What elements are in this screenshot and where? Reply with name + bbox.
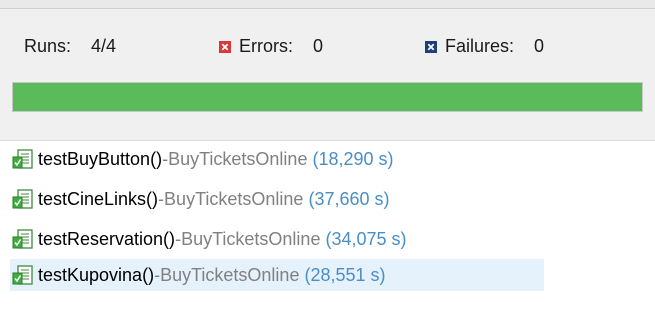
test-class: BuyTicketsOnline: [160, 264, 300, 285]
failures-label: Failures:: [445, 36, 515, 56]
test-class: BuyTicketsOnline: [168, 148, 308, 169]
test-passed-icon: [12, 264, 34, 286]
test-duration: (34,075 s): [325, 228, 407, 249]
failure-icon: [425, 40, 437, 53]
failures-value: 0: [534, 36, 545, 56]
test-progress-bar: [12, 82, 643, 112]
errors-label: Errors:: [239, 36, 293, 56]
test-summary: Runs: 4/4 Errors: 0 Failures: 0: [0, 0, 655, 141]
test-row[interactable]: testBuyButton() - BuyTicketsOnline (18,2…: [10, 143, 394, 175]
test-passed-icon: [12, 188, 34, 210]
test-class: BuyTicketsOnline: [164, 188, 304, 209]
test-duration: (18,290 s): [312, 148, 394, 169]
test-stats: Runs: 4/4 Errors: 0 Failures: 0: [18, 36, 638, 58]
errors-value: 0: [313, 36, 324, 56]
test-row[interactable]: testCineLinks() - BuyTicketsOnline (37,6…: [10, 183, 390, 215]
test-name: testCineLinks(): [38, 188, 159, 209]
runs-label: Runs:: [24, 36, 72, 56]
test-row[interactable]: testReservation() - BuyTicketsOnline (34…: [10, 223, 407, 255]
test-class: BuyTicketsOnline: [181, 228, 321, 249]
progress-fill: [13, 83, 642, 111]
test-tree[interactable]: testBuyButton() - BuyTicketsOnline (18,2…: [0, 141, 655, 323]
test-passed-icon: [12, 148, 34, 170]
test-duration: (28,551 s): [304, 264, 386, 285]
runs-stat: Runs: 4/4: [24, 36, 116, 57]
test-name: testReservation(): [38, 228, 176, 249]
errors-stat: Errors: 0: [219, 36, 323, 57]
test-name: testKupovina(): [38, 264, 155, 285]
test-duration: (37,660 s): [308, 188, 390, 209]
failures-stat: Failures: 0: [425, 36, 544, 57]
junit-panel: Runs: 4/4 Errors: 0 Failures: 0 testBuyB…: [0, 0, 655, 323]
error-icon: [219, 40, 231, 53]
test-passed-icon: [12, 228, 34, 250]
runs-value: 4/4: [91, 36, 117, 56]
test-row[interactable]: testKupovina() - BuyTicketsOnline (28,55…: [10, 259, 544, 291]
panel-top-border: [0, 0, 655, 9]
test-name: testBuyButton(): [38, 148, 163, 169]
